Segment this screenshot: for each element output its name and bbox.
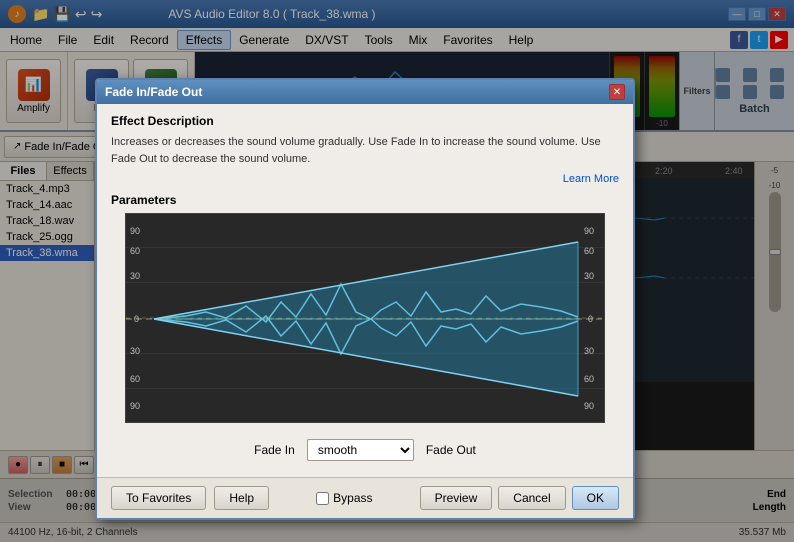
ok-button[interactable]: OK xyxy=(572,486,619,510)
svg-text:0: 0 xyxy=(588,314,593,324)
modal-close-button[interactable]: ✕ xyxy=(609,84,625,100)
bypass-label: Bypass xyxy=(333,491,372,505)
params-title: Parameters xyxy=(111,193,619,207)
svg-text:30: 30 xyxy=(130,346,140,356)
modal-title-bar: Fade In/Fade Out ✕ xyxy=(97,80,633,104)
fade-modal: Fade In/Fade Out ✕ Effect Description In… xyxy=(95,78,635,520)
effect-description-text: Increases or decreases the sound volume … xyxy=(111,134,619,167)
svg-text:30: 30 xyxy=(584,271,594,281)
learn-more-link[interactable]: Learn More xyxy=(111,173,619,185)
waveform-svg: 90 60 30 0 30 60 90 90 60 30 0 xyxy=(126,214,604,422)
cancel-button[interactable]: Cancel xyxy=(498,486,565,510)
svg-text:60: 60 xyxy=(584,374,594,384)
svg-text:60: 60 xyxy=(130,246,140,256)
modal-footer: To Favorites Help Bypass Preview Cancel … xyxy=(97,477,633,518)
bypass-checkbox-group: Bypass xyxy=(316,491,372,505)
modal-title: Fade In/Fade Out xyxy=(105,85,202,99)
svg-text:30: 30 xyxy=(130,271,140,281)
help-button[interactable]: Help xyxy=(214,486,269,510)
svg-text:60: 60 xyxy=(130,374,140,384)
svg-text:90: 90 xyxy=(130,401,140,411)
svg-text:30: 30 xyxy=(584,346,594,356)
waveform-container: 90 60 30 0 30 60 90 90 60 30 0 xyxy=(111,213,619,423)
modal-overlay: Fade In/Fade Out ✕ Effect Description In… xyxy=(0,0,794,542)
modal-body: Effect Description Increases or decrease… xyxy=(97,104,633,477)
bypass-checkbox[interactable] xyxy=(316,492,329,505)
preview-button[interactable]: Preview xyxy=(420,486,493,510)
svg-text:90: 90 xyxy=(584,401,594,411)
params-section: Parameters xyxy=(111,193,619,467)
fade-in-label: Fade In xyxy=(254,443,295,457)
svg-text:90: 90 xyxy=(584,226,594,236)
svg-text:0: 0 xyxy=(134,314,139,324)
waveform-display: 90 60 30 0 30 60 90 90 60 30 0 xyxy=(125,213,605,423)
fade-out-label: Fade Out xyxy=(426,443,476,457)
svg-text:90: 90 xyxy=(130,226,140,236)
fade-type-select[interactable]: smooth linear logarithmic xyxy=(307,439,414,461)
to-favorites-button[interactable]: To Favorites xyxy=(111,486,206,510)
svg-text:60: 60 xyxy=(584,246,594,256)
fade-controls: Fade In smooth linear logarithmic Fade O… xyxy=(111,433,619,467)
effect-description-title: Effect Description xyxy=(111,114,619,128)
